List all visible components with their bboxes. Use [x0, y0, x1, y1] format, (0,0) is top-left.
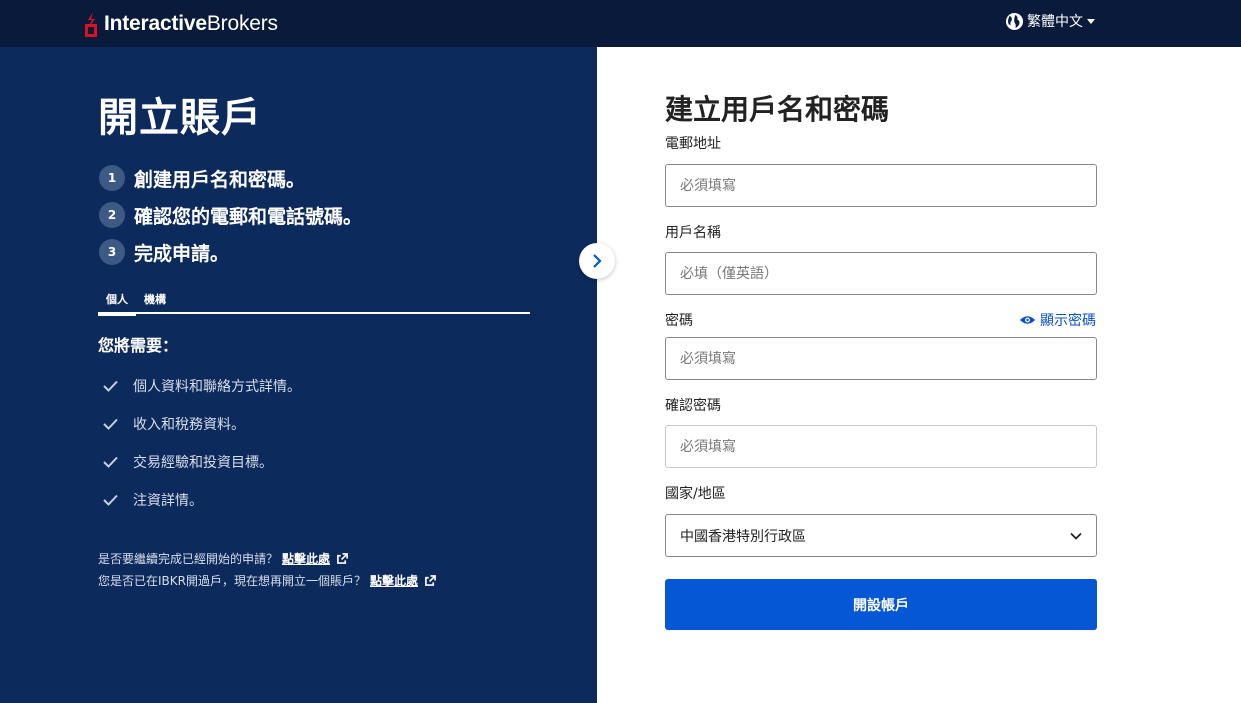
step-label: 完成申請。: [134, 242, 230, 265]
tab-institution[interactable]: 機構: [136, 288, 174, 314]
eye-icon: [1019, 316, 1036, 324]
external-link-icon: [337, 552, 348, 564]
top-bar: InteractiveBrokers 繁體中文: [0, 0, 1241, 47]
globe-icon: [1005, 12, 1024, 30]
check-icon: [103, 418, 118, 430]
show-password-toggle[interactable]: 顯示密碼: [1019, 310, 1096, 330]
open-account-button[interactable]: 開設帳戶: [665, 579, 1097, 630]
country-select[interactable]: 中國香港特別行政區: [665, 514, 1097, 557]
step-item: 3 完成申請。: [99, 239, 362, 265]
show-password-label: 顯示密碼: [1040, 313, 1096, 329]
username-label: 用戶名稱: [665, 225, 721, 241]
language-label: 繁體中文: [1027, 14, 1083, 30]
caret-down-icon: [1087, 18, 1095, 24]
step-label: 確認您的電郵和電話號碼。: [134, 205, 363, 228]
logo-text-regular: Brokers: [206, 12, 278, 35]
continue-application-link[interactable]: 點擊此處: [282, 550, 330, 567]
check-icon: [103, 494, 118, 506]
requirement-label: 收入和稅務資料。: [133, 417, 245, 433]
requirement-label: 交易經驗和投資目標。: [133, 455, 273, 471]
requirements-list: 個人資料和聯絡方式詳情。 收入和稅務資料。 交易經驗和投資目標。 注資詳情。: [103, 375, 301, 527]
chevron-right-icon: [593, 254, 602, 268]
requirement-label: 注資詳情。: [133, 493, 203, 509]
external-link-icon: [425, 574, 436, 586]
password-label: 密碼: [665, 313, 693, 329]
tab-individual[interactable]: 個人: [98, 288, 136, 316]
username-field[interactable]: [665, 252, 1097, 295]
step-label: 創建用戶名和密碼。: [134, 168, 306, 191]
list-item: 交易經驗和投資目標。: [103, 451, 301, 473]
language-selector[interactable]: 繁體中文: [1005, 11, 1095, 31]
email-field[interactable]: [665, 164, 1097, 207]
info-panel: 開立賬戶 1 創建用戶名和密碼。 2 確認您的電郵和電話號碼。 3 完成申請。 …: [0, 47, 597, 703]
step-number: 3: [99, 239, 125, 265]
country-value: 中國香港特別行政區: [680, 528, 806, 545]
steps-list: 1 創建用戶名和密碼。 2 確認您的電郵和電話號碼。 3 完成申請。: [99, 165, 362, 276]
ib-logo[interactable]: InteractiveBrokers: [84, 8, 278, 40]
confirm-password-field[interactable]: [665, 425, 1097, 468]
existing-account-link[interactable]: 點擊此處: [370, 572, 418, 589]
link-prompt: 是否要繼續完成已經開始的申請？: [98, 551, 279, 566]
continue-application-line: 是否要繼續完成已經開始的申請？ 點擊此處: [98, 547, 436, 569]
chevron-down-icon: [1070, 532, 1082, 540]
requirement-label: 個人資料和聯絡方式詳情。: [133, 379, 301, 395]
list-item: 個人資料和聯絡方式詳情。: [103, 375, 301, 397]
panel-title: 開立賬戶: [98, 95, 262, 141]
email-label: 電郵地址: [665, 136, 721, 152]
confirm-password-label: 確認密碼: [665, 398, 721, 414]
link-prompt: 您是否已在IBKR開過戶，現在想再開立一個賬戶？: [98, 573, 366, 588]
check-icon: [103, 380, 118, 392]
list-item: 注資詳情。: [103, 489, 301, 511]
existing-account-line: 您是否已在IBKR開過戶，現在想再開立一個賬戶？ 點擊此處: [98, 569, 436, 591]
list-item: 收入和稅務資料。: [103, 413, 301, 435]
step-item: 2 確認您的電郵和電話號碼。: [99, 202, 362, 228]
ib-logo-icon: [85, 12, 97, 37]
requirements-title: 您將需要：: [98, 336, 179, 355]
logo-text-bold: Interactive: [104, 12, 207, 35]
collapse-panel-button[interactable]: [579, 243, 615, 279]
form-title: 建立用戶名和密碼: [665, 93, 890, 126]
step-number: 2: [99, 202, 125, 228]
account-type-tabs: 個人 機構: [98, 288, 530, 316]
check-icon: [103, 456, 118, 468]
step-number: 1: [99, 165, 125, 191]
help-links: 是否要繼續完成已經開始的申請？ 點擊此處 您是否已在IBKR開過戶，現在想再開立…: [98, 547, 436, 591]
password-field[interactable]: [665, 337, 1097, 380]
step-item: 1 創建用戶名和密碼。: [99, 165, 362, 191]
country-label: 國家/地區: [665, 486, 726, 502]
